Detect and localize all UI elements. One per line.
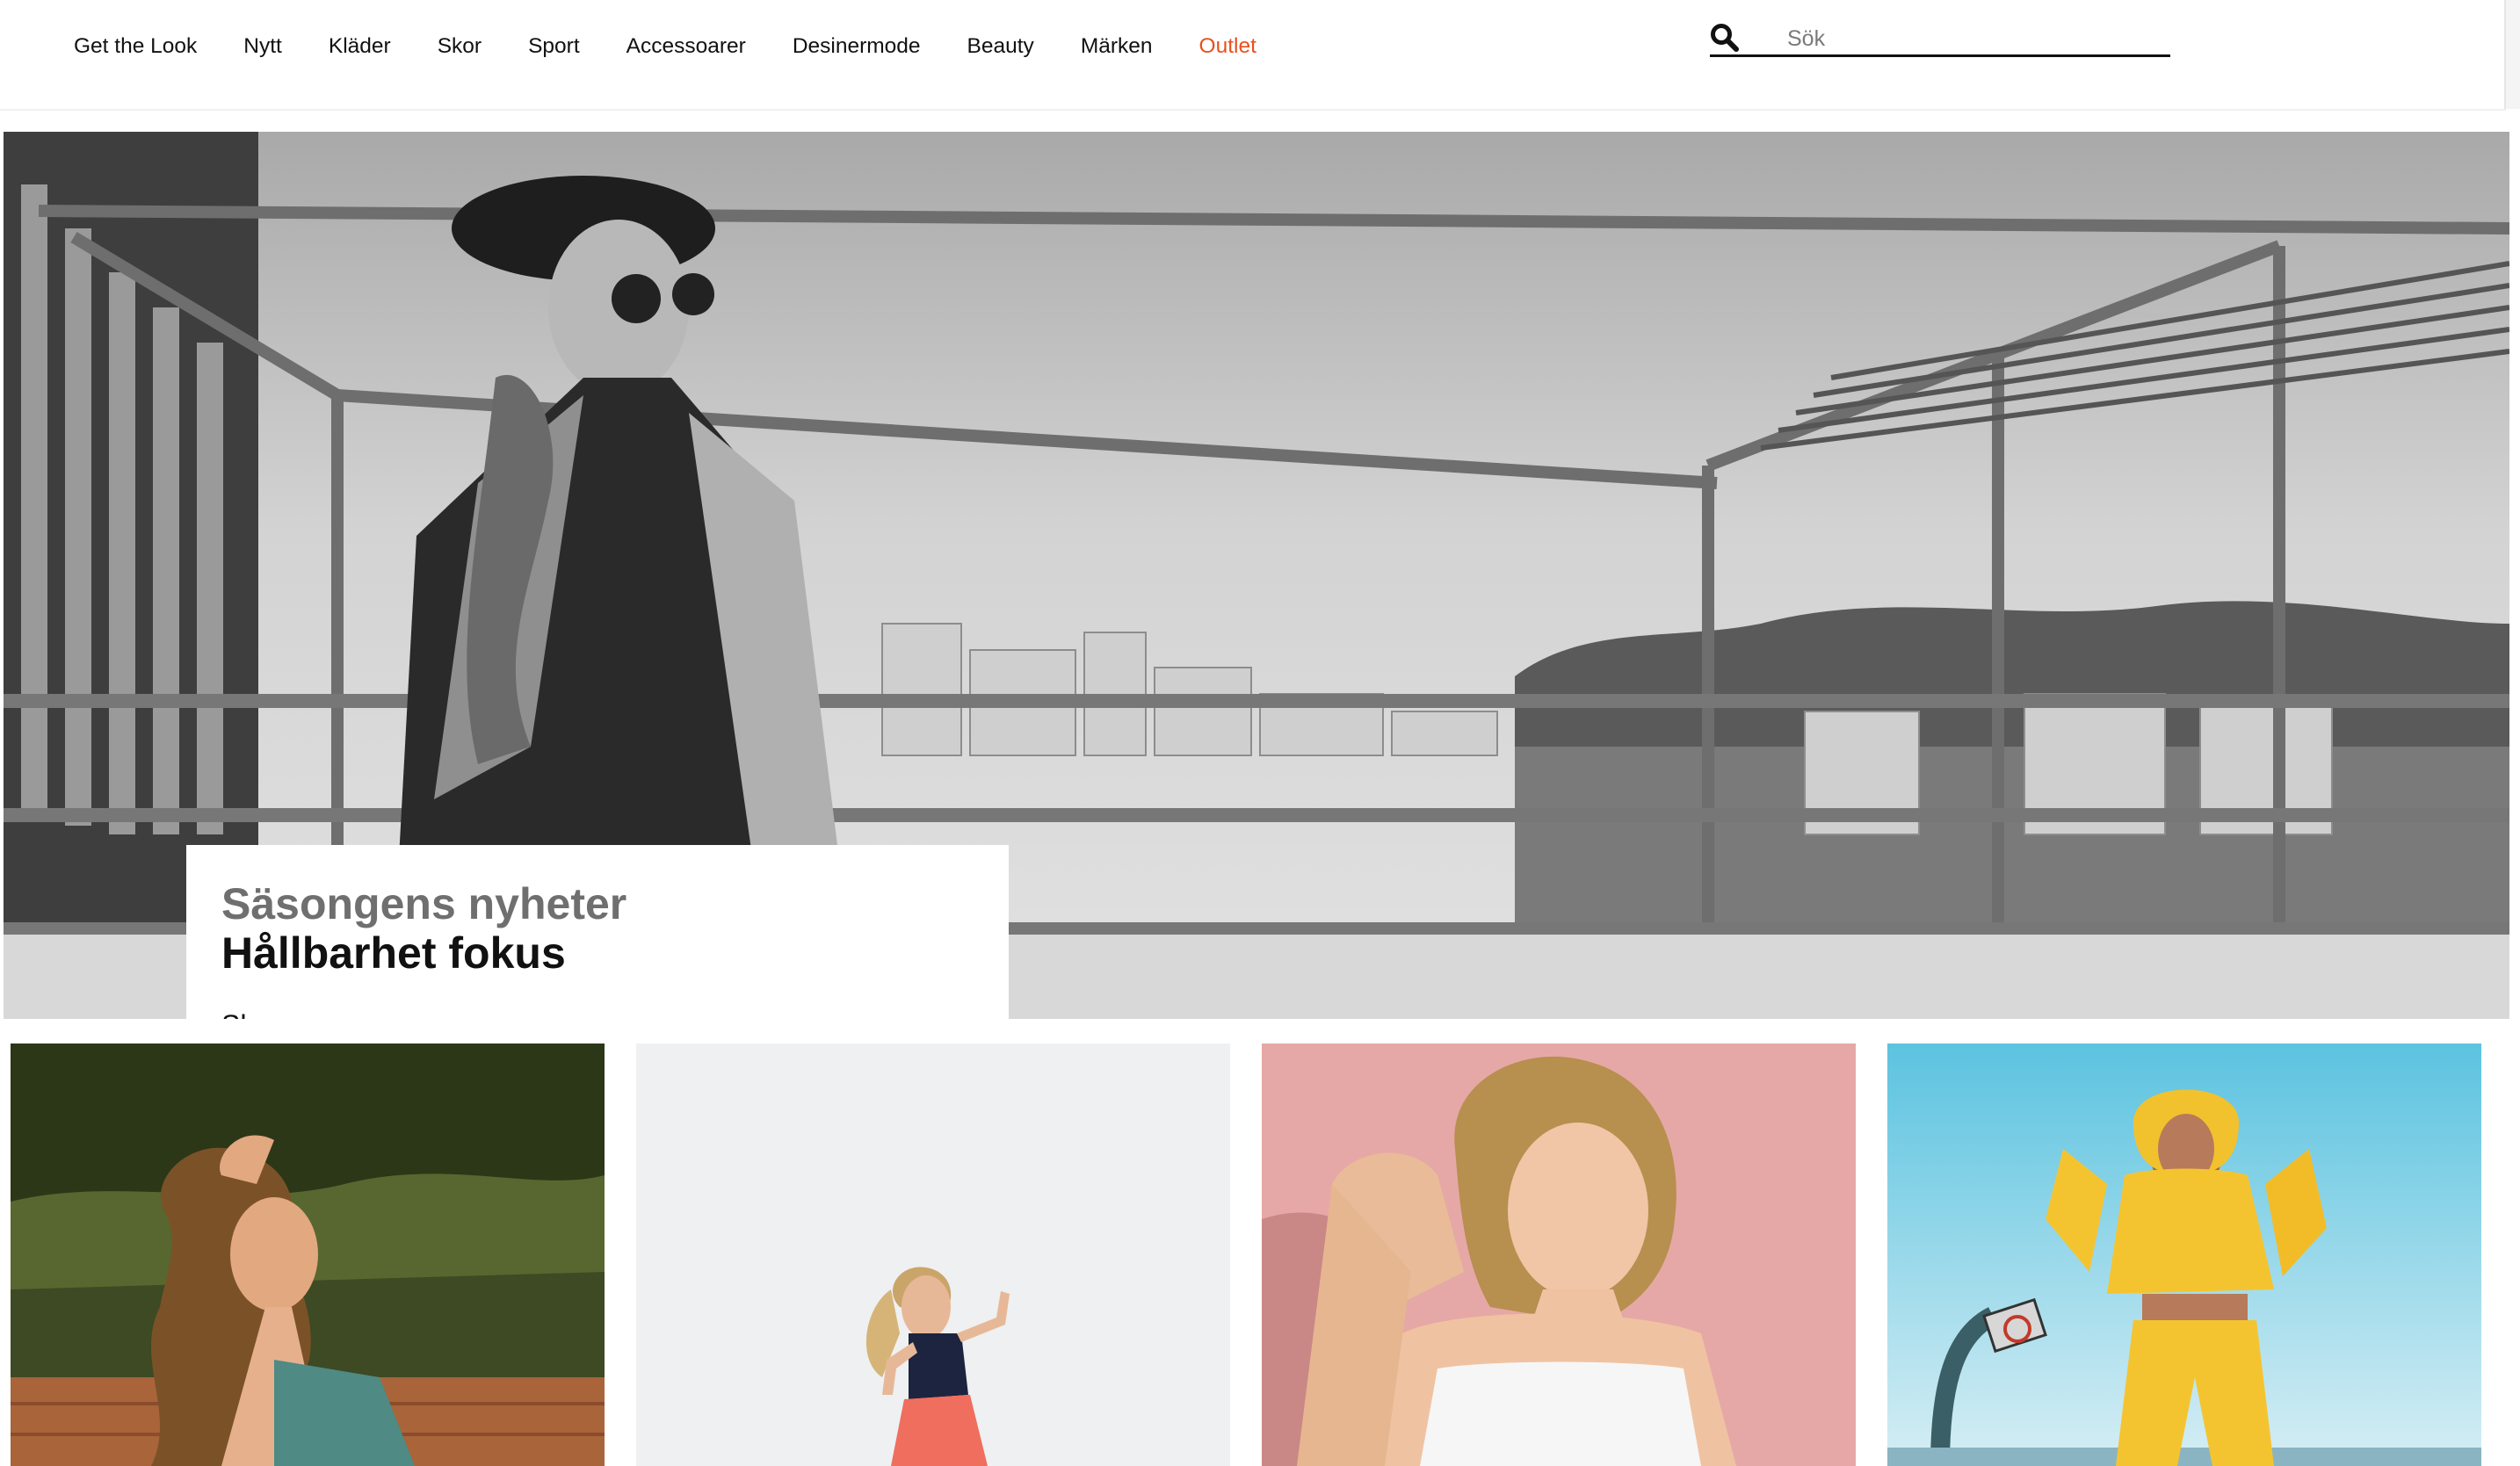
search-input[interactable] [1787,26,2156,51]
tile-image-1 [11,1044,605,1466]
main-menu: Get the Look Nytt Kläder Skor Sport Acce… [74,33,1303,60]
search-bar [1710,21,2170,57]
hero-banner[interactable]: Säsongens nyheter Hållbarhet fokus Shopp… [4,132,2509,1019]
nav-item-nytt[interactable]: Nytt [243,33,282,60]
category-tile-2[interactable] [636,1044,1230,1466]
search-icon[interactable] [1710,23,1740,53]
nav-item-klader[interactable]: Kläder [329,33,391,60]
category-tile-3[interactable] [1262,1044,1856,1466]
nav-item-outlet[interactable]: Outlet [1199,33,1256,60]
nav-item-marken[interactable]: Märken [1081,33,1153,60]
tile-image-3 [1262,1044,1856,1466]
nav-item-sport[interactable]: Sport [528,33,580,60]
tile-image-2 [636,1044,1230,1466]
nav-item-accessoarer[interactable]: Accessoarer [626,33,746,60]
nav-item-beauty[interactable]: Beauty [967,33,1034,60]
category-tile-1[interactable] [11,1044,605,1466]
nav-item-desinermode[interactable]: Desinermode [793,33,921,60]
nav-item-get-the-look[interactable]: Get the Look [74,33,197,60]
category-tile-4[interactable] [1887,1044,2481,1466]
nav-item-skor[interactable]: Skor [438,33,482,60]
window-scrollbar[interactable] [2504,0,2520,109]
promo-subtitle: Säsongens nyheter [221,879,627,928]
top-navigation-bar: Get the Look Nytt Kläder Skor Sport Acce… [0,0,2506,111]
tile-image-4 [1887,1044,2481,1466]
promo-title: Hållbarhet fokus [221,928,566,978]
shop-now-link[interactable]: Shoppa nu [221,1008,358,1019]
promo-card: Säsongens nyheter Hållbarhet fokus Shopp… [186,845,1009,1019]
